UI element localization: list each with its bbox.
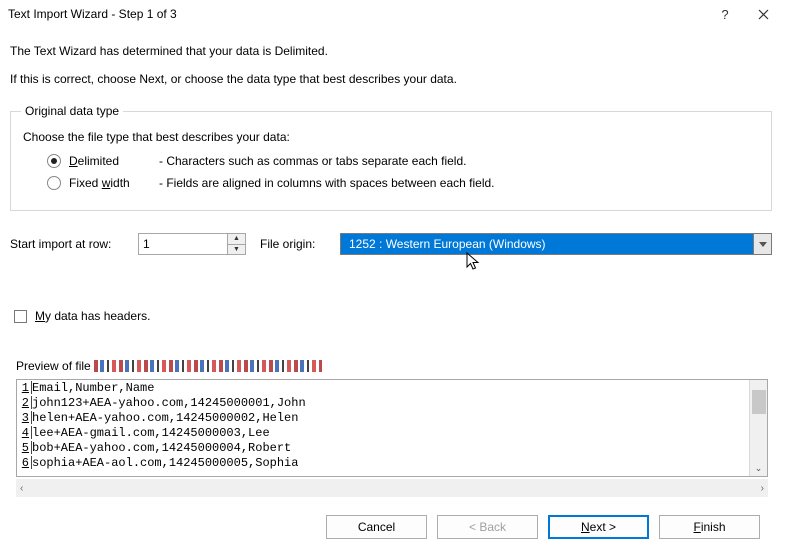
preview-label: Preview of file bbox=[16, 359, 774, 373]
preview-box: 1Email,Number,Name 2john123+AEA-yahoo.co… bbox=[16, 379, 768, 477]
cancel-button[interactable]: Cancel bbox=[326, 515, 427, 539]
preview-vertical-scrollbar[interactable]: ⌄ bbox=[749, 380, 767, 476]
intro-text-2: If this is correct, choose Next, or choo… bbox=[10, 72, 774, 86]
dialog-buttons: Cancel < Back Next > Finish bbox=[10, 515, 760, 539]
radio-fixed-desc: - Fields are aligned in columns with spa… bbox=[159, 176, 495, 190]
title-bar: Text Import Wizard - Step 1 of 3 ? bbox=[0, 0, 788, 28]
radio-fixed[interactable] bbox=[47, 176, 61, 190]
preview-line: 3helen+AEA-yahoo.com,14245000002,Helen bbox=[19, 411, 749, 426]
preview-line: 5bob+AEA-yahoo.com,14245000004,Robert bbox=[19, 441, 749, 456]
file-origin-dropdown-button[interactable] bbox=[753, 234, 771, 254]
spinner-buttons[interactable]: ▲ ▼ bbox=[227, 234, 245, 254]
preview-line: 6sophia+AEA-aol.com,14245000005,Sophia bbox=[19, 456, 749, 471]
radio-fixed-row[interactable]: Fixed width - Fields are aligned in colu… bbox=[47, 176, 761, 190]
preview-line: 1Email,Number,Name bbox=[19, 381, 749, 396]
back-button: < Back bbox=[437, 515, 538, 539]
file-origin-select[interactable]: 1252 : Western European (Windows) bbox=[340, 233, 772, 255]
radio-delimited-row[interactable]: Delimited - Characters such as commas or… bbox=[47, 154, 761, 168]
radio-delimited-desc: - Characters such as commas or tabs sepa… bbox=[159, 154, 466, 168]
radio-fixed-label: Fixed width bbox=[69, 176, 159, 190]
scrollbar-thumb[interactable] bbox=[752, 390, 766, 414]
close-icon bbox=[758, 9, 769, 20]
help-button[interactable]: ? bbox=[706, 0, 744, 28]
radio-delimited-label: Delimited bbox=[69, 154, 159, 168]
import-row: Start import at row: ▲ ▼ File origin: 12… bbox=[10, 233, 772, 255]
headers-checkbox-row[interactable]: My data has headers. bbox=[14, 309, 774, 323]
window-title: Text Import Wizard - Step 1 of 3 bbox=[8, 7, 706, 21]
start-row-spinner[interactable]: ▲ ▼ bbox=[138, 233, 246, 255]
scroll-down-icon[interactable]: ⌄ bbox=[750, 463, 767, 474]
start-row-input[interactable] bbox=[139, 234, 227, 254]
preview-line: 4lee+AEA-gmail.com,14245000003,Lee bbox=[19, 426, 749, 441]
intro-text-1: The Text Wizard has determined that your… bbox=[10, 44, 774, 58]
preview-content[interactable]: 1Email,Number,Name 2john123+AEA-yahoo.co… bbox=[17, 380, 749, 476]
preview-line: 2john123+AEA-yahoo.com,14245000001,John bbox=[19, 396, 749, 411]
headers-checkbox[interactable] bbox=[14, 310, 27, 323]
close-button[interactable] bbox=[744, 0, 782, 28]
spinner-up-icon[interactable]: ▲ bbox=[228, 234, 245, 245]
choose-label: Choose the file type that best describes… bbox=[23, 130, 761, 144]
chevron-down-icon bbox=[759, 242, 767, 247]
scroll-right-icon[interactable]: › bbox=[761, 483, 764, 494]
file-origin-label: File origin: bbox=[260, 237, 340, 251]
group-legend: Original data type bbox=[21, 104, 123, 118]
spinner-down-icon[interactable]: ▼ bbox=[228, 245, 245, 255]
preview-filename-redacted bbox=[94, 360, 322, 372]
file-origin-value: 1252 : Western European (Windows) bbox=[341, 234, 753, 254]
radio-delimited[interactable] bbox=[47, 154, 61, 168]
finish-button[interactable]: Finish bbox=[659, 515, 760, 539]
next-button[interactable]: Next > bbox=[548, 515, 649, 539]
start-row-label: Start import at row: bbox=[10, 237, 138, 251]
scroll-left-icon[interactable]: ‹ bbox=[20, 483, 23, 494]
headers-label: My data has headers. bbox=[35, 309, 150, 323]
original-data-type-group: Original data type Choose the file type … bbox=[10, 104, 772, 211]
preview-horizontal-scrollbar[interactable]: ‹ › bbox=[16, 479, 768, 497]
